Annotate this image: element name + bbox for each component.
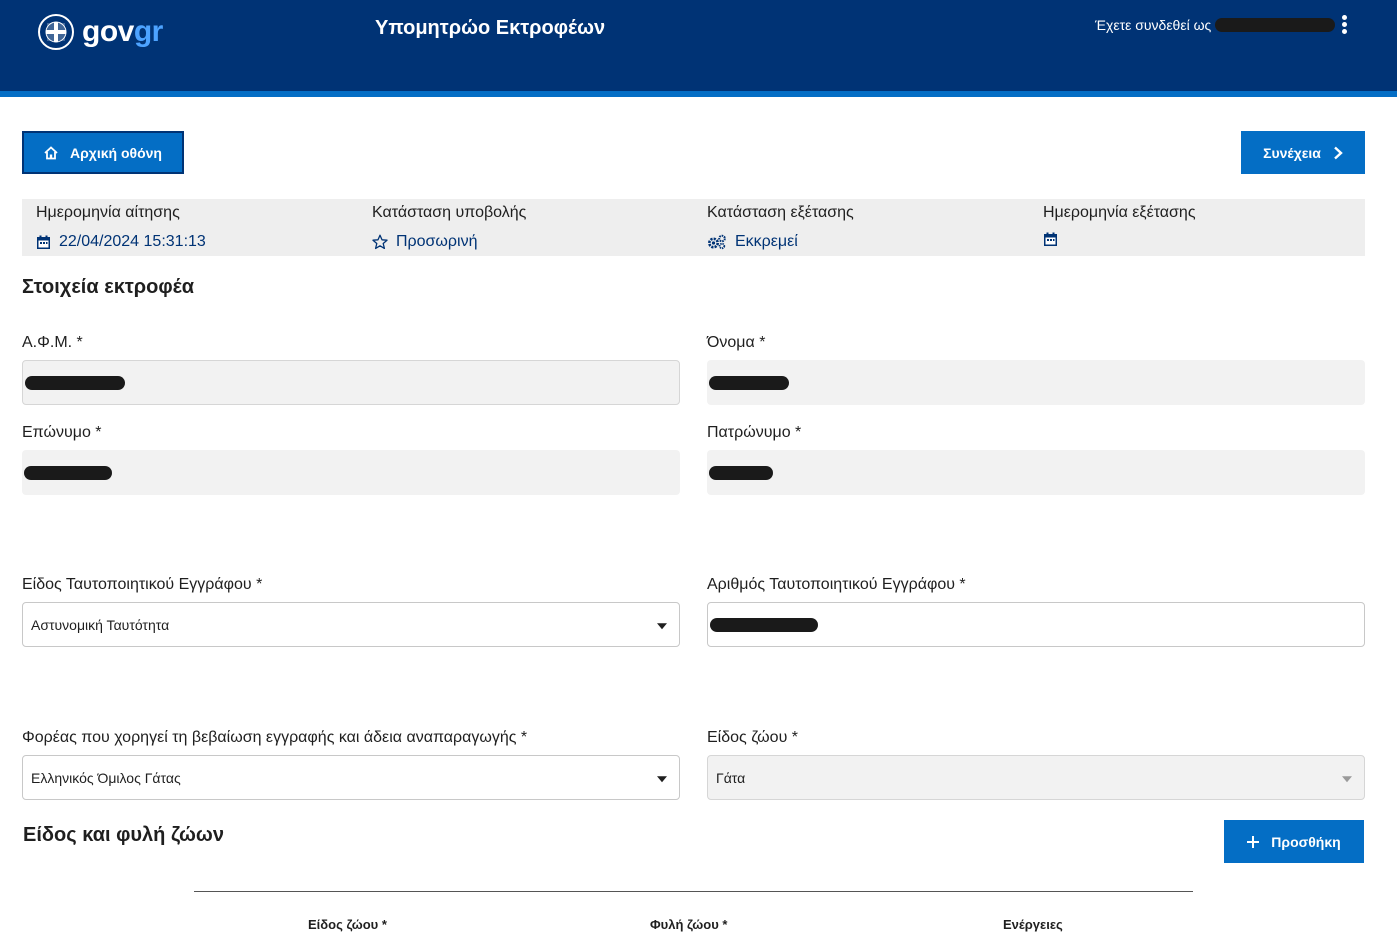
submission-status-label: Κατάσταση υποβολής (372, 204, 527, 221)
redacted-username (1215, 18, 1336, 32)
logo-gr-text: gr (133, 15, 164, 48)
review-status-value: Εκκρεμεί (735, 233, 798, 250)
app-header: govgr Υπομητρώο Εκτροφέων Έχετε συνδεθεί… (0, 0, 1397, 97)
father-name-label: Πατρώνυμο * (707, 424, 802, 441)
column-header-animal-type: Είδος ζώου * (308, 917, 387, 932)
last-name-field (22, 450, 680, 495)
animal-type-select: Γάτα (707, 755, 1365, 800)
star-icon (372, 234, 388, 250)
caret-down-icon (657, 775, 667, 782)
father-name-field (707, 450, 1365, 495)
logo-wordmark: govgr (82, 17, 163, 47)
breeder-section-title: Στοιχεία εκτροφέα (22, 276, 195, 298)
request-date-value-row: 22/04/2024 15:31:13 (36, 232, 206, 252)
request-date-value: 22/04/2024 15:31:13 (59, 233, 206, 250)
logo-gov-text: gov (82, 15, 134, 48)
app-title: Υπομητρώο Εκτροφέων (375, 17, 606, 39)
redacted-value (25, 375, 125, 390)
continue-button-label: Συνέχεια (1263, 144, 1321, 161)
id-doc-type-label: Είδος Ταυτοποιητικού Εγγράφου * (22, 576, 263, 593)
logged-in-label: Έχετε συνδεθεί ως (1095, 17, 1212, 33)
caret-down-icon (1342, 775, 1352, 782)
redacted-value (710, 617, 818, 632)
review-date-value-row (1043, 232, 1196, 247)
request-date-label: Ημερομηνία αίτησης (36, 204, 180, 221)
review-status-block: Κατάσταση εξέτασης Εκκρεμεί (707, 203, 854, 252)
redacted-value (709, 375, 789, 390)
plus-icon (1247, 835, 1260, 848)
home-button[interactable]: Αρχική οθόνη (22, 131, 184, 174)
column-header-actions: Ενέργειες (1003, 917, 1063, 932)
redacted-value (709, 465, 773, 480)
home-icon (44, 145, 58, 160)
first-name-label: Όνομα * (707, 334, 766, 351)
calendar-icon (1043, 232, 1058, 247)
add-breed-label: Προσθήκη (1271, 833, 1341, 850)
gears-icon (707, 234, 727, 250)
calendar-icon (36, 235, 51, 250)
review-status-label: Κατάσταση εξέτασης (707, 204, 854, 221)
add-breed-button[interactable]: Προσθήκη (1224, 820, 1364, 863)
submission-status-block: Κατάσταση υποβολής Προσωρινή (372, 203, 526, 252)
request-date-block: Ημερομηνία αίτησης 22/04/2024 15:31:13 (36, 203, 206, 252)
afm-field (22, 360, 680, 405)
logged-in-user: Έχετε συνδεθεί ως (1095, 17, 1336, 33)
id-doc-number-label: Αριθμός Ταυτοποιητικού Εγγράφου * (707, 576, 966, 593)
greek-emblem-icon (38, 14, 74, 50)
table-divider (194, 891, 1193, 892)
issuer-value: Ελληνικός Όμιλος Γάτας (31, 769, 181, 786)
animal-type-label: Είδος ζώου * (707, 729, 798, 746)
submission-status-value-row: Προσωρινή (372, 232, 526, 252)
animal-type-value: Γάτα (716, 769, 746, 786)
redacted-value (24, 465, 112, 480)
id-doc-number-input[interactable] (707, 602, 1365, 647)
review-date-label: Ημερομηνία εξέτασης (1043, 204, 1196, 221)
application-status-bar: Ημερομηνία αίτησης 22/04/2024 15:31:13 Κ… (22, 199, 1365, 256)
chevron-right-icon (1333, 146, 1343, 160)
last-name-label: Επώνυμο * (22, 424, 102, 441)
breeds-section-title: Είδος και φυλή ζώων (23, 824, 224, 846)
more-options-icon[interactable] (1338, 15, 1350, 37)
review-status-value-row: Εκκρεμεί (707, 232, 854, 252)
review-date-block: Ημερομηνία εξέτασης (1043, 203, 1196, 247)
id-doc-type-value: Αστυνομική Ταυτότητα (31, 616, 170, 633)
issuer-label: Φορέας που χορηγεί τη βεβαίωση εγγραφής … (22, 729, 528, 746)
id-doc-type-select[interactable]: Αστυνομική Ταυτότητα (22, 602, 680, 647)
continue-button[interactable]: Συνέχεια (1241, 131, 1365, 174)
home-button-label: Αρχική οθόνη (70, 144, 162, 161)
submission-status-value: Προσωρινή (396, 233, 478, 250)
column-header-breed: Φυλή ζώου * (650, 917, 728, 932)
caret-down-icon (657, 622, 667, 629)
issuer-select[interactable]: Ελληνικός Όμιλος Γάτας (22, 755, 680, 800)
first-name-field (707, 360, 1365, 405)
afm-label: Α.Φ.Μ. * (22, 334, 83, 351)
govgr-logo[interactable]: govgr (38, 14, 163, 50)
